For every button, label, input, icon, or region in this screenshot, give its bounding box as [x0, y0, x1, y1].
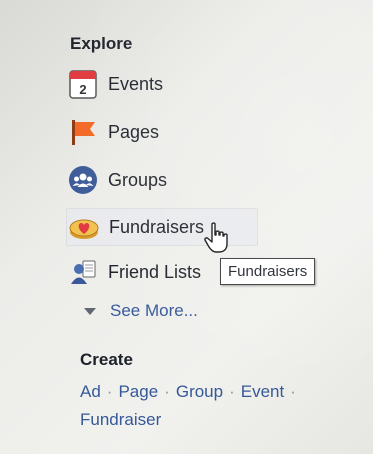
- flag-icon: [66, 115, 100, 149]
- create-event-link[interactable]: Event: [241, 382, 284, 401]
- calendar-icon: 2: [66, 67, 100, 101]
- fundraiser-icon: [67, 210, 101, 244]
- nav-item-pages[interactable]: Pages: [66, 114, 366, 150]
- tooltip: Fundraisers: [220, 258, 316, 285]
- calendar-day: 2: [79, 82, 86, 97]
- nav-item-friend-lists[interactable]: Friend Lists: [66, 254, 366, 290]
- nav-item-label: Pages: [108, 121, 160, 142]
- separator-dot: ·: [164, 382, 170, 401]
- create-group-link[interactable]: Group: [176, 382, 223, 401]
- hand-cursor-icon: [204, 222, 230, 259]
- create-page-link[interactable]: Page: [118, 382, 158, 401]
- see-more-label: See More...: [110, 301, 198, 320]
- nav-item-events[interactable]: 2 Events: [66, 66, 366, 102]
- create-links: Ad · Page · Group · Event · Fundraiser: [80, 378, 350, 434]
- caret-down-icon: [84, 301, 96, 321]
- see-more-link[interactable]: See More...: [84, 301, 198, 321]
- explore-heading: Explore: [70, 34, 133, 53]
- create-fundraiser-link[interactable]: Fundraiser: [80, 410, 161, 429]
- separator-dot: ·: [229, 382, 235, 401]
- nav-item-label: Events: [108, 73, 164, 94]
- separator-dot: ·: [290, 382, 296, 401]
- nav-item-label: Groups: [108, 169, 168, 190]
- groups-icon: [66, 163, 100, 197]
- nav-item-label: Friend Lists: [108, 261, 202, 282]
- friend-lists-icon: [66, 255, 100, 289]
- screen-photo: Explore 2 Events Pages Groups Fundraiser…: [0, 0, 373, 454]
- create-ad-link[interactable]: Ad: [80, 382, 101, 401]
- nav-item-groups[interactable]: Groups: [66, 162, 366, 198]
- separator-dot: ·: [106, 382, 113, 401]
- create-heading: Create: [80, 350, 133, 369]
- nav-item-label: Fundraisers: [109, 216, 205, 237]
- left-nav: Explore 2 Events Pages Groups Fundraiser…: [0, 0, 373, 454]
